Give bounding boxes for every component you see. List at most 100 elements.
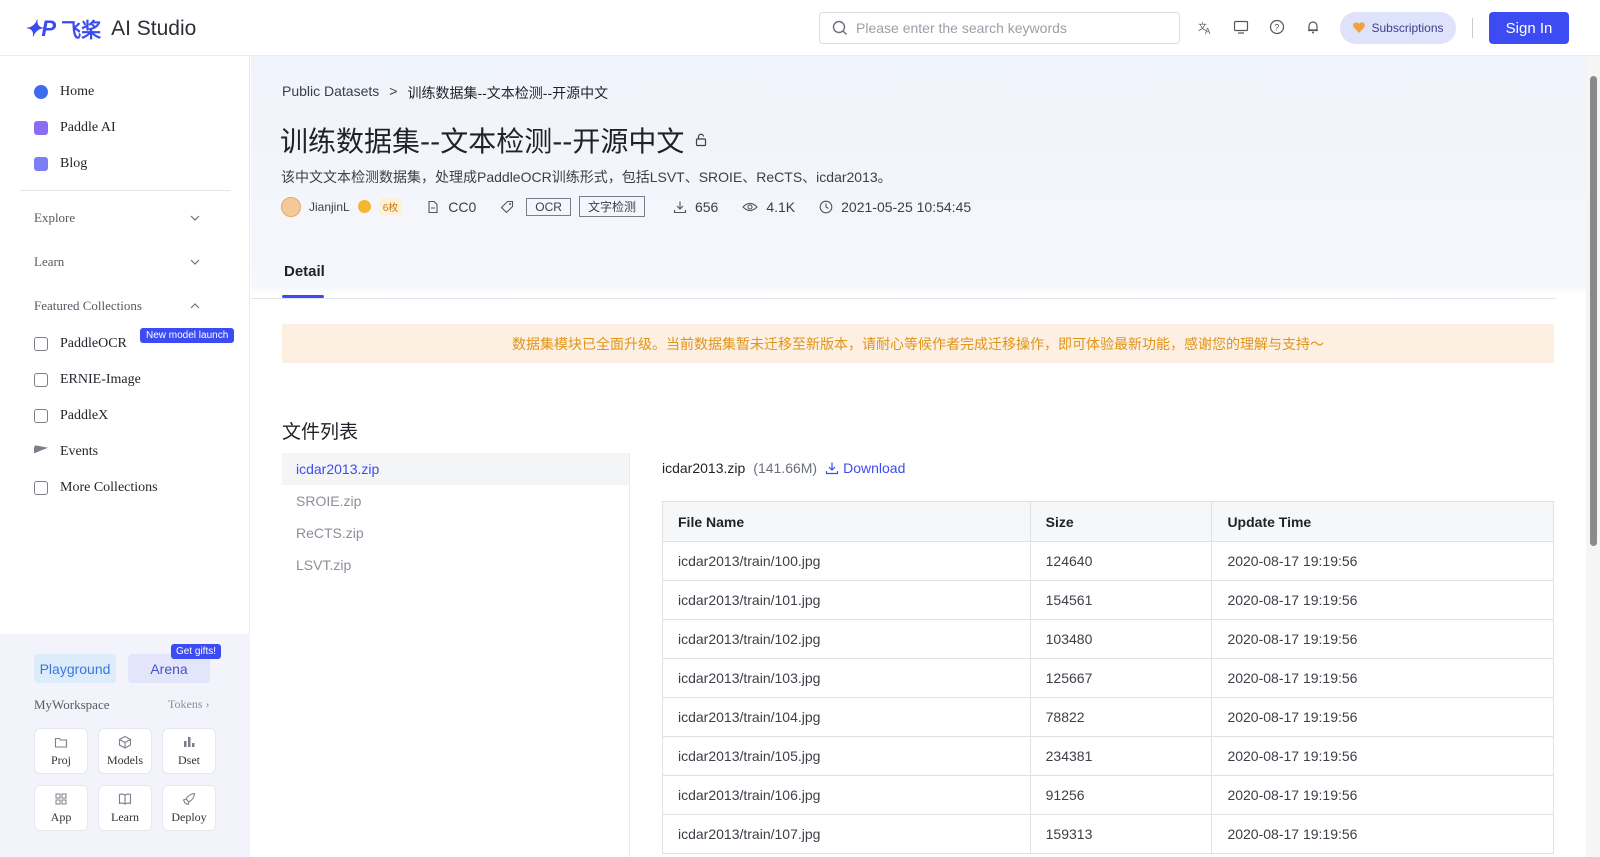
- tile-dset[interactable]: Dset: [162, 728, 216, 774]
- column-header-size: Size: [1029, 501, 1213, 542]
- author-group[interactable]: JianjinL 6枚: [281, 196, 403, 217]
- selected-file-name: icdar2013.zip: [662, 460, 746, 476]
- file-icon: [428, 200, 438, 213]
- bar-icon: [184, 736, 195, 747]
- cell-update-time: 2020-08-17 19:19:56: [1211, 814, 1554, 854]
- tab-detail[interactable]: Detail: [284, 263, 325, 280]
- column-header-file-name: File Name: [662, 501, 1031, 542]
- sidebar-divider: [20, 190, 230, 191]
- subscriptions-button[interactable]: Subscriptions: [1340, 12, 1456, 44]
- cell-size: 125667: [1029, 658, 1213, 698]
- migration-notice: 数据集模块已全面升级。当前数据集暂未迁移至新版本，请耐心等候作者完成迁移操作，即…: [282, 324, 1554, 363]
- download-label: Download: [843, 460, 906, 476]
- tag-ocr[interactable]: OCR: [526, 197, 571, 216]
- table-row: icdar2013/train/105.jpg 234381 2020-08-17 …: [662, 736, 1554, 776]
- cell-size: 91256: [1029, 775, 1213, 815]
- selected-file-size: (141.66M): [753, 460, 818, 476]
- section-featured[interactable]: Featured Collections: [34, 298, 200, 314]
- blog-icon: [34, 157, 48, 171]
- downloads-count: 656: [694, 198, 719, 215]
- svg-text:A: A: [1205, 27, 1211, 35]
- playground-button[interactable]: Playground: [34, 654, 116, 683]
- cell-file-name: icdar2013/train/107.jpg: [662, 814, 1031, 854]
- views-count: 4.1K: [766, 198, 796, 215]
- section-explore[interactable]: Explore: [34, 210, 200, 226]
- help-icon[interactable]: ?: [1268, 18, 1286, 36]
- table-row: icdar2013/train/103.jpg 125667 2020-08-17 …: [662, 658, 1554, 698]
- logo[interactable]: ✦P 飞桨 AI Studio: [24, 14, 196, 43]
- ocr-icon: [34, 337, 48, 351]
- breadcrumb-current: 训练数据集--文本检测--开源中文: [407, 85, 609, 101]
- file-item-sroie[interactable]: SROIE.zip: [282, 485, 629, 517]
- page-scrollbar[interactable]: [1586, 56, 1600, 857]
- search-icon: [832, 20, 847, 35]
- sidebar-item-ernie-image[interactable]: ERNIE-Image: [34, 372, 141, 388]
- selected-file-header: icdar2013.zip (141.66M) Download: [662, 460, 905, 476]
- section-learn[interactable]: Learn: [34, 254, 200, 270]
- translate-icon[interactable]: 文A: [1196, 18, 1214, 36]
- file-table: File Name Size Update Time icdar2013/tra…: [662, 501, 1554, 854]
- home-icon: [34, 85, 48, 99]
- cell-update-time: 2020-08-17 19:19:56: [1211, 697, 1554, 737]
- cell-file-name: icdar2013/train/106.jpg: [662, 775, 1031, 815]
- author-name: JianjinL: [309, 199, 350, 214]
- search-box[interactable]: [819, 12, 1180, 44]
- breadcrumb: Public Datasets > 训练数据集--文本检测--开源中文: [282, 83, 608, 103]
- sign-in-button[interactable]: Sign In: [1489, 12, 1569, 44]
- cell-update-time: 2020-08-17 19:19:56: [1211, 658, 1554, 698]
- cell-update-time: 2020-08-17 19:19:56: [1211, 619, 1554, 659]
- sidebar-item-events[interactable]: Events: [34, 444, 98, 460]
- avatar: [281, 196, 301, 217]
- bell-icon[interactable]: [1304, 18, 1322, 36]
- scrollbar-thumb[interactable]: [1590, 76, 1597, 546]
- chevron-down-icon: [190, 215, 200, 221]
- tile-models[interactable]: Models: [98, 728, 152, 774]
- tokens-label: Tokens: [168, 697, 203, 711]
- section-label: Featured Collections: [34, 298, 142, 313]
- collection-icon: [34, 481, 48, 495]
- file-item-icdar2013[interactable]: icdar2013.zip: [282, 453, 629, 485]
- monitor-icon[interactable]: [1232, 18, 1250, 36]
- file-list-heading: 文件列表: [282, 421, 359, 443]
- cell-update-time: 2020-08-17 19:19:56: [1211, 541, 1554, 581]
- downloads-group: 656: [673, 199, 718, 215]
- tile-proj[interactable]: Proj: [34, 728, 88, 774]
- cube-icon: [118, 735, 132, 749]
- tokens-link[interactable]: Tokens ›: [168, 697, 210, 712]
- download-link[interactable]: Download: [825, 460, 905, 476]
- sidebar-item-more-collections[interactable]: More Collections: [34, 480, 158, 496]
- flag-icon: [34, 445, 48, 454]
- table-row: icdar2013/train/107.jpg 159313 2020-08-17 …: [662, 814, 1554, 854]
- tile-app[interactable]: App: [34, 785, 88, 831]
- header-divider: [1472, 18, 1473, 38]
- file-item-lsvt[interactable]: LSVT.zip: [282, 549, 629, 581]
- table-row: icdar2013/train/104.jpg 78822 2020-08-17 1…: [662, 697, 1554, 737]
- column-header-update-time: Update Time: [1211, 501, 1554, 542]
- sidebar-item-label: More Collections: [60, 480, 158, 495]
- cell-size: 159313: [1029, 814, 1213, 854]
- top-header: ✦P 飞桨 AI Studio 文A ? Subscriptions Sign …: [0, 0, 1600, 56]
- cell-file-name: icdar2013/train/101.jpg: [662, 580, 1031, 620]
- breadcrumb-root[interactable]: Public Datasets: [282, 83, 379, 103]
- sidebar-item-paddleocr[interactable]: PaddleOCR: [34, 336, 127, 352]
- chevron-down-icon: [190, 259, 200, 265]
- cell-file-name: icdar2013/train/100.jpg: [662, 541, 1031, 581]
- sidebar-item-blog[interactable]: Blog: [34, 156, 87, 172]
- file-item-rects[interactable]: ReCTS.zip: [282, 517, 629, 549]
- sidebar-item-paddle-ai[interactable]: Paddle AI: [34, 120, 116, 136]
- grid-icon: [55, 793, 67, 804]
- sidebar-item-paddlex[interactable]: PaddleX: [34, 408, 108, 424]
- tile-deploy[interactable]: Deploy: [162, 785, 216, 831]
- chevron-up-icon: [190, 303, 200, 309]
- section-label: Explore: [34, 210, 76, 225]
- search-input[interactable]: [856, 20, 1156, 36]
- table-header-row: File Name Size Update Time: [662, 501, 1554, 542]
- coin-badge: 6枚: [378, 198, 403, 215]
- cell-size: 154561: [1029, 580, 1213, 620]
- sidebar-item-home[interactable]: Home: [34, 84, 94, 100]
- cell-size: 103480: [1029, 619, 1213, 659]
- cell-size: 234381: [1029, 736, 1213, 776]
- tag-text-detection[interactable]: 文字检测: [578, 196, 645, 217]
- folder-icon: [54, 737, 68, 748]
- tile-learn[interactable]: Learn: [98, 785, 152, 831]
